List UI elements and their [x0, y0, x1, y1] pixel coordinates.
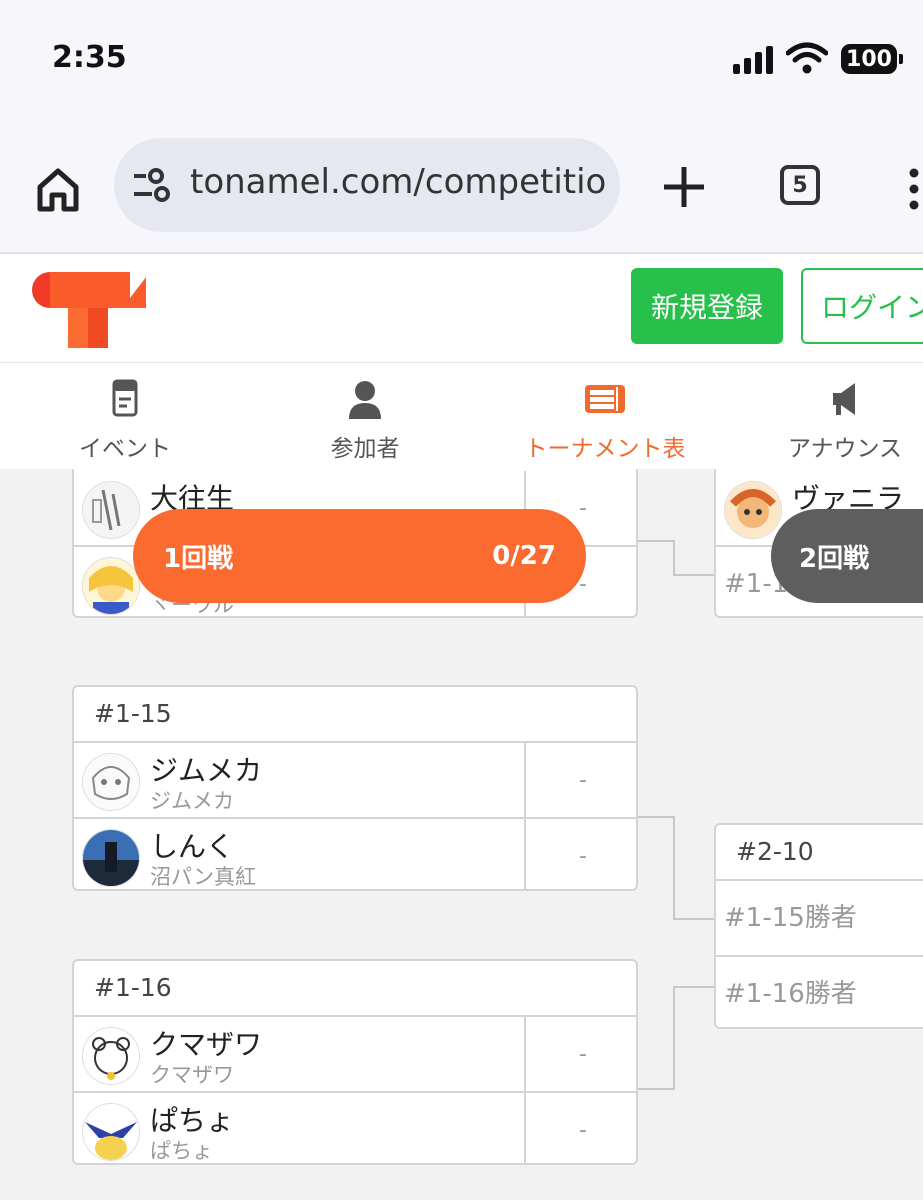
- player-name: クマザワ: [150, 1028, 263, 1061]
- signal-icon: [733, 46, 773, 74]
- player-sub-name: ジムメカ: [150, 789, 234, 813]
- wifi-icon: [786, 42, 828, 74]
- tonamel-logo[interactable]: [30, 268, 150, 348]
- document-icon: [112, 379, 138, 417]
- match-player-row[interactable]: ジムメカ ジムメカ -: [74, 743, 636, 817]
- player-sub-name: クマザワ: [150, 1063, 234, 1087]
- battery-icon: 100: [841, 44, 903, 74]
- tab-label: アナウンス: [787, 436, 903, 462]
- match-player-row[interactable]: ぱちょ ぱちょ -: [74, 1091, 636, 1163]
- player-score: -: [524, 819, 636, 889]
- person-icon: [349, 381, 381, 419]
- player-avatar: [82, 829, 140, 887]
- round-2-header[interactable]: 2回戦: [771, 509, 923, 603]
- tab-label: トーナメント表: [524, 436, 686, 462]
- new-tab-icon[interactable]: [660, 163, 708, 211]
- match-card[interactable]: #2-10 #1-15勝者 #1-16勝者: [714, 823, 923, 1029]
- tab-label: 参加者: [330, 436, 400, 462]
- player-sub-name: 沼パン真紅: [150, 865, 257, 889]
- match-id: #2-10: [716, 825, 923, 881]
- match-card[interactable]: #1-15 ジムメカ ジムメカ - しんく 沼パン真紅 -: [72, 685, 638, 891]
- match-player-row[interactable]: クマザワ クマザワ -: [74, 1017, 636, 1091]
- megaphone-icon: [833, 383, 855, 415]
- address-bar[interactable]: tonamel.com/competitio: [114, 138, 620, 232]
- round-progress: 0/27: [492, 541, 556, 571]
- login-button[interactable]: ログイン: [801, 268, 923, 344]
- player-score: -: [524, 1093, 636, 1163]
- tab-bracket[interactable]: トーナメント表: [510, 363, 700, 469]
- url-text[interactable]: tonamel.com/competitio: [190, 162, 606, 202]
- player-score: -: [524, 1017, 636, 1091]
- tab-switcher-button[interactable]: 5: [780, 165, 820, 205]
- event-tabs: イベント 参加者 トーナメント表 アナウンス: [0, 363, 923, 469]
- match-id: #1-16: [74, 961, 636, 1017]
- player-avatar: [82, 753, 140, 811]
- browser-toolbar: tonamel.com/competitio 5: [0, 125, 923, 254]
- bracket-view[interactable]: 大往生 - ヾーワル - ヴァニラ #1-1 #1-15 ジムメカ ジムメカ -…: [0, 469, 923, 1200]
- player-avatar: [82, 1103, 140, 1161]
- player-name: ぱちょ: [150, 1104, 235, 1137]
- player-sub-name: ぱちょ: [150, 1139, 213, 1163]
- site-settings-icon[interactable]: [132, 168, 172, 202]
- match-card[interactable]: #1-16 クマザワ クマザワ - ぱちょ ぱちょ -: [72, 959, 638, 1165]
- player-avatar: [82, 1027, 140, 1085]
- player-name: ジムメカ: [150, 754, 263, 787]
- more-menu-icon[interactable]: [905, 161, 923, 217]
- status-bar: 2:35 100: [0, 0, 923, 125]
- round-label: 1回戦: [163, 543, 234, 574]
- round-1-header[interactable]: 1回戦 0/27: [133, 509, 586, 603]
- clock: 2:35: [52, 40, 127, 75]
- tab-count: 5: [792, 172, 808, 198]
- bracket-list-icon: [585, 385, 625, 413]
- player-avatar: [82, 557, 140, 615]
- tab-label: イベント: [79, 436, 171, 462]
- tab-event[interactable]: イベント: [30, 363, 220, 469]
- site-header: 新規登録 ログイン: [0, 254, 923, 363]
- signup-button[interactable]: 新規登録: [631, 268, 783, 344]
- player-avatar: [82, 481, 140, 539]
- tab-participants[interactable]: 参加者: [270, 363, 460, 469]
- match-id: #1-15: [74, 687, 636, 743]
- player-name: しんく: [150, 830, 235, 863]
- tab-announce[interactable]: アナウンス: [750, 363, 923, 469]
- winner-placeholder: #1-16勝者: [716, 955, 923, 1027]
- round-label: 2回戦: [799, 543, 870, 574]
- match-player-row[interactable]: しんく 沼パン真紅 -: [74, 817, 636, 889]
- player-avatar: [724, 481, 782, 539]
- winner-placeholder: #1-15勝者: [724, 903, 857, 933]
- player-score: -: [524, 743, 636, 817]
- home-icon[interactable]: [30, 161, 86, 217]
- battery-level: 100: [846, 46, 892, 72]
